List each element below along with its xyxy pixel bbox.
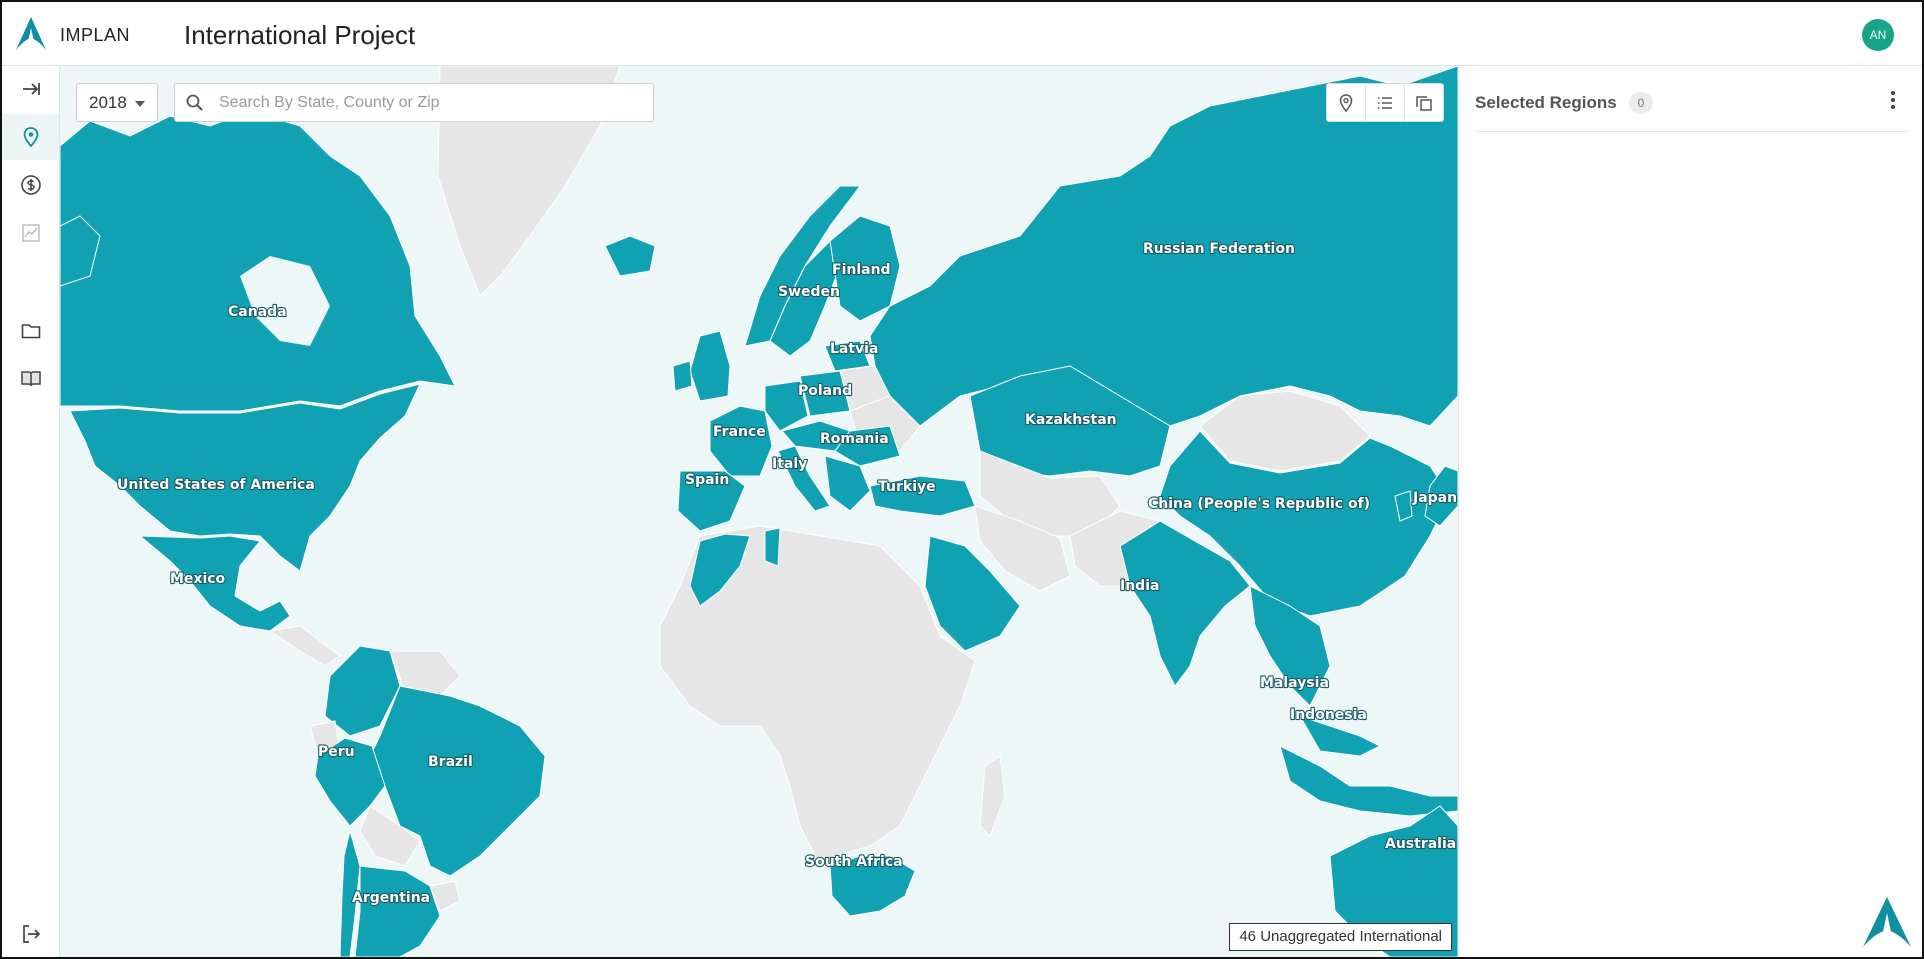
label-kazakhstan: Kazakhstan xyxy=(1025,412,1117,428)
location-pin-icon xyxy=(23,127,38,148)
expand-arrow-icon xyxy=(22,83,40,95)
implan-assistant-icon[interactable] xyxy=(1858,893,1916,951)
copy-icon xyxy=(1416,95,1432,111)
chart-icon xyxy=(21,224,40,242)
year-value: 2018 xyxy=(89,93,127,112)
label-usa: United States of America xyxy=(117,477,315,493)
copy-regions-button[interactable] xyxy=(1405,84,1443,121)
label-china: China (People's Republic of) xyxy=(1148,496,1370,512)
sidebar-item-regions[interactable] xyxy=(2,114,59,160)
app-window: IMPLAN International Project AN Canada U… xyxy=(0,0,1924,959)
sidebar-item-help[interactable] xyxy=(2,356,59,402)
country-uk[interactable] xyxy=(689,330,731,402)
more-options-button[interactable] xyxy=(1883,88,1903,112)
search-icon xyxy=(186,94,203,111)
label-indonesia: Indonesia xyxy=(1290,707,1367,723)
country-france[interactable] xyxy=(709,405,773,477)
label-india: India xyxy=(1120,578,1159,594)
country-central-america[interactable] xyxy=(268,625,341,667)
label-sweden: Sweden xyxy=(778,284,840,300)
country-madagascar[interactable] xyxy=(979,755,1006,837)
logout-button[interactable] xyxy=(2,911,59,957)
label-south-africa: South Africa xyxy=(805,854,903,870)
label-peru: Peru xyxy=(318,744,355,760)
region-search[interactable] xyxy=(174,83,654,122)
label-poland: Poland xyxy=(798,383,852,399)
country-indonesia[interactable] xyxy=(1279,745,1458,817)
label-russia: Russian Federation xyxy=(1143,241,1295,257)
panel-header: Selected Regions 0 xyxy=(1475,66,1909,132)
selected-count-badge: 0 xyxy=(1629,92,1653,114)
side-nav xyxy=(2,66,60,957)
sidebar-item-impacts[interactable] xyxy=(2,162,59,208)
selected-regions-panel: Selected Regions 0 xyxy=(1458,66,1922,957)
sidebar-item-results[interactable] xyxy=(2,210,59,256)
label-mexico: Mexico xyxy=(170,571,226,587)
book-icon xyxy=(20,371,41,387)
expand-sidebar-button[interactable] xyxy=(2,66,59,112)
dollar-circle-icon xyxy=(20,175,41,195)
map-toolbar xyxy=(1326,83,1444,122)
country-tunisia[interactable] xyxy=(764,527,781,567)
label-romania: Romania xyxy=(820,431,889,447)
world-map[interactable]: Canada United States of America Mexico P… xyxy=(60,66,1458,957)
logout-icon xyxy=(22,925,40,943)
label-turkiye: Turkiye xyxy=(878,479,936,495)
implan-logo-icon[interactable] xyxy=(14,16,48,52)
label-latvia: Latvia xyxy=(830,341,878,357)
label-malaysia: Malaysia xyxy=(1260,675,1329,691)
label-france: France xyxy=(713,424,766,440)
pin-icon xyxy=(1339,93,1353,112)
world-map-canvas[interactable]: Canada United States of America Mexico P… xyxy=(60,66,1458,957)
logo-text: IMPLAN xyxy=(60,25,131,45)
app-header: IMPLAN International Project AN xyxy=(2,2,1922,66)
country-argentina[interactable] xyxy=(354,865,441,957)
label-australia: Australia xyxy=(1385,836,1456,852)
user-avatar[interactable]: AN xyxy=(1862,19,1894,51)
label-italy: Italy xyxy=(772,456,807,472)
year-select[interactable]: 2018 xyxy=(76,83,158,122)
label-brazil: Brazil xyxy=(428,754,473,770)
list-icon xyxy=(1378,96,1392,109)
list-view-button[interactable] xyxy=(1366,84,1405,121)
label-japan: Japan xyxy=(1412,490,1457,506)
status-badge: 46 Unaggregated International xyxy=(1229,923,1452,951)
folder-icon xyxy=(21,324,40,339)
panel-title: Selected Regions xyxy=(1475,93,1617,112)
country-canada[interactable] xyxy=(60,110,456,412)
kebab-menu-icon xyxy=(1891,91,1895,95)
country-iceland[interactable] xyxy=(604,235,656,277)
search-input[interactable] xyxy=(219,92,639,114)
map-view-button[interactable] xyxy=(1327,84,1366,121)
label-argentina: Argentina xyxy=(352,890,430,906)
label-finland: Finland xyxy=(832,262,891,278)
label-spain: Spain xyxy=(685,472,729,488)
page-title: International Project xyxy=(184,20,416,50)
label-canada: Canada xyxy=(228,304,287,320)
country-ireland[interactable] xyxy=(672,360,693,392)
chevron-down-icon xyxy=(135,101,145,107)
sidebar-item-projects[interactable] xyxy=(2,308,59,354)
